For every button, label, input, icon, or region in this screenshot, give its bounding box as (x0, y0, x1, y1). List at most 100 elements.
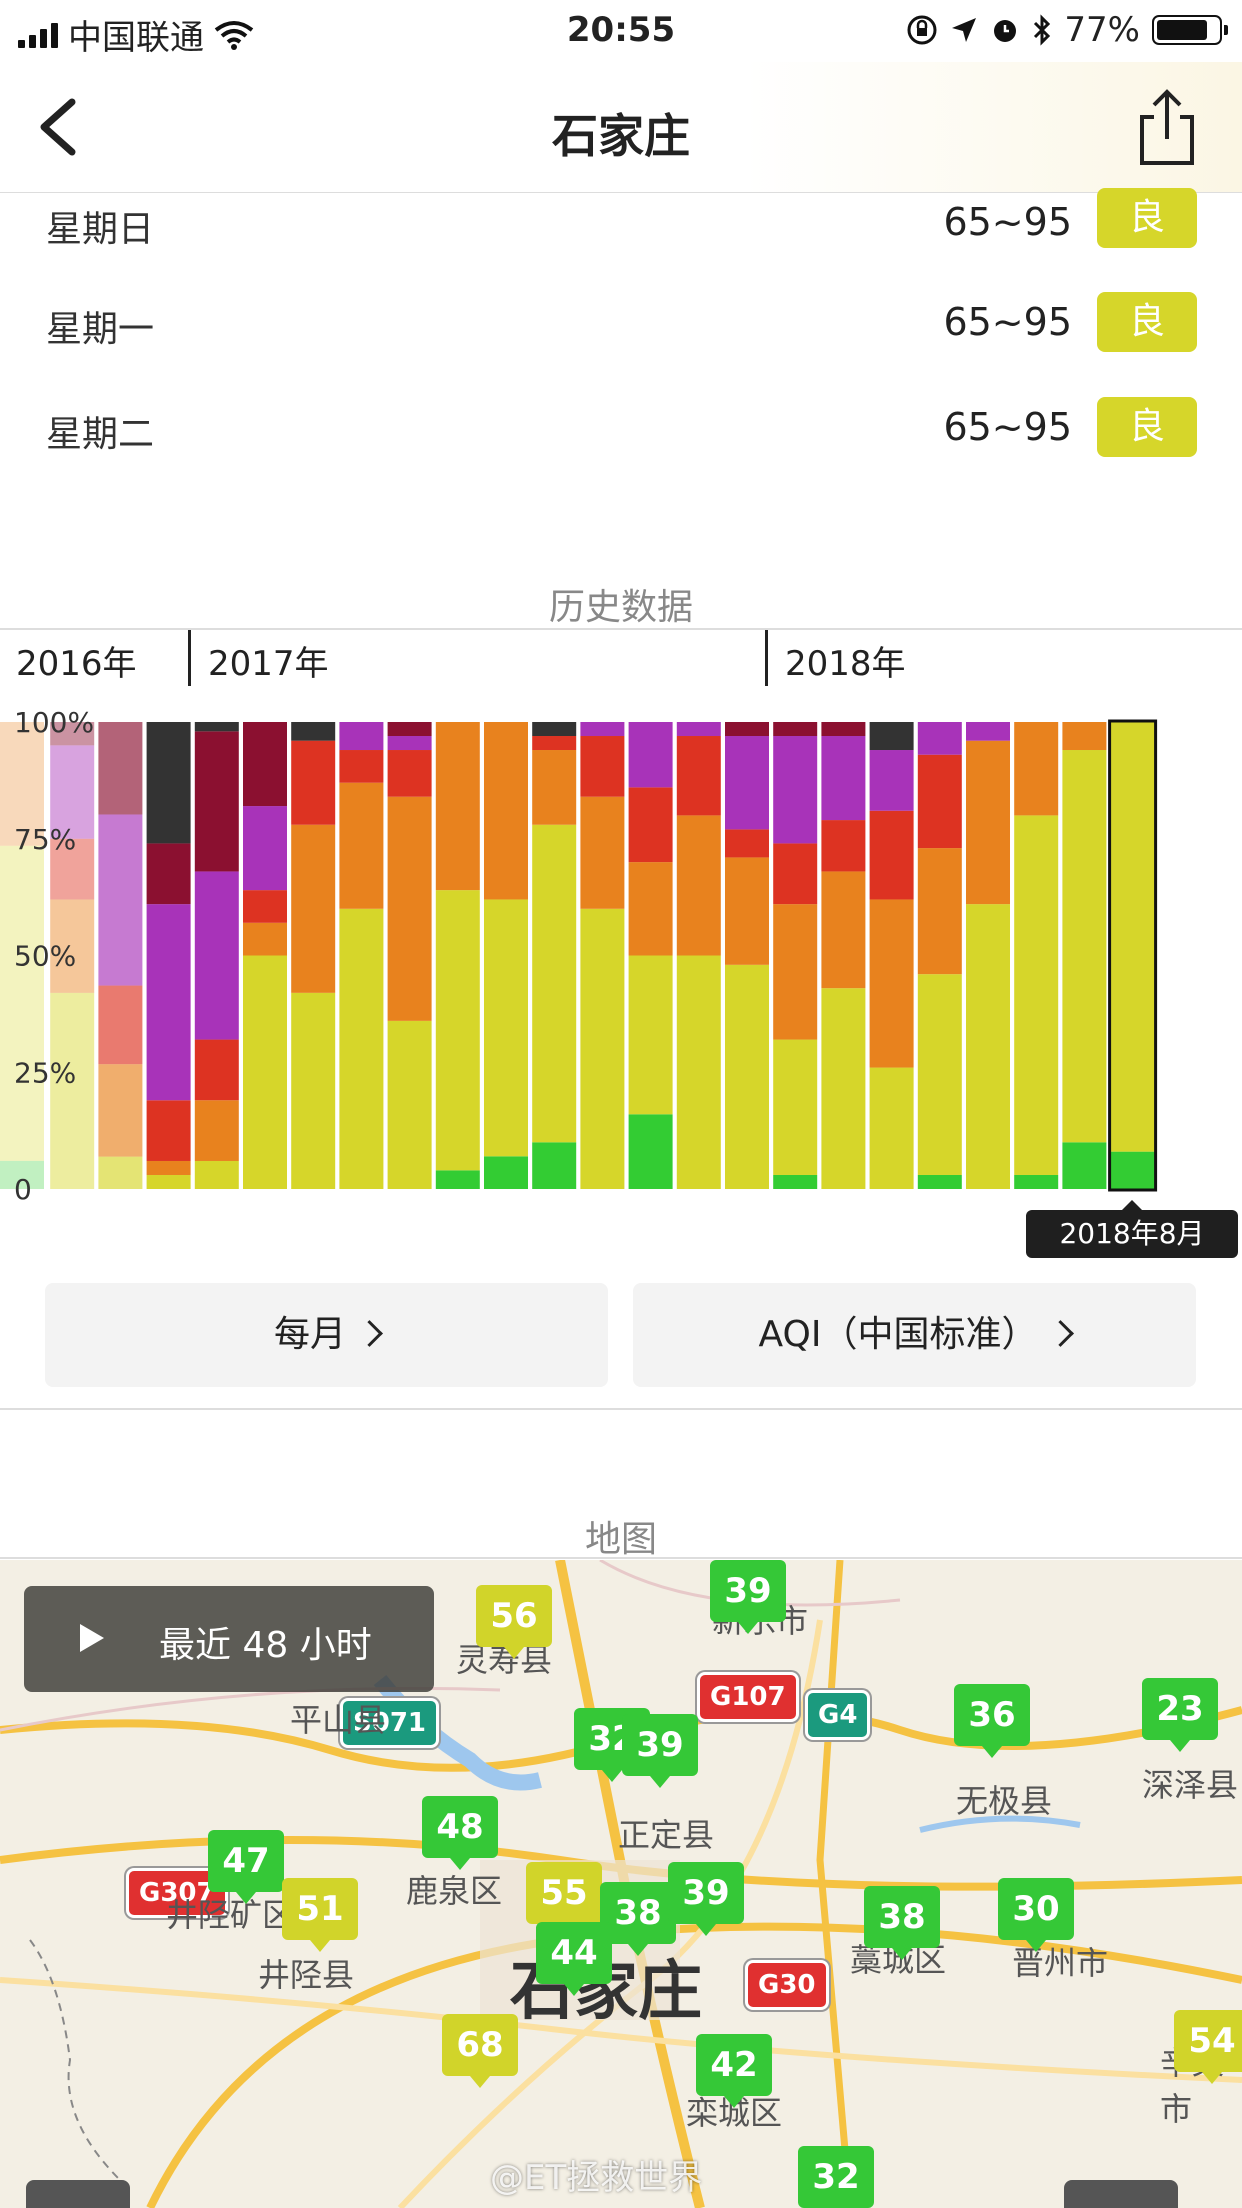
bar-segment[interactable] (1062, 750, 1107, 1143)
bar-segment[interactable] (291, 740, 336, 825)
bar-segment[interactable] (532, 736, 577, 751)
bar-segment[interactable] (580, 908, 625, 1189)
bar-segment[interactable] (773, 843, 818, 905)
bar-segment[interactable] (532, 750, 577, 825)
bar-segment[interactable] (243, 955, 287, 1190)
bar-segment[interactable] (1014, 815, 1059, 1175)
bar-segment[interactable] (917, 974, 962, 1175)
bar-segment[interactable] (484, 722, 528, 900)
bar-segment[interactable] (387, 736, 432, 751)
bar-segment[interactable] (676, 722, 721, 737)
bar-segment[interactable] (387, 1020, 432, 1189)
bar-segment[interactable] (917, 754, 962, 849)
bar-segment[interactable] (146, 1174, 191, 1189)
bar-segment[interactable] (339, 908, 384, 1189)
aqi-marker[interactable]: 68 (442, 2014, 518, 2088)
bar-segment[interactable] (869, 750, 914, 811)
bar-segment[interactable] (725, 964, 769, 1189)
bar-segment[interactable] (146, 843, 191, 905)
standard-selector-button[interactable]: AQI（中国标准） (633, 1283, 1196, 1387)
bar-segment[interactable] (628, 1114, 673, 1189)
bar-segment[interactable] (773, 1039, 818, 1175)
bar-segment[interactable] (869, 810, 914, 900)
bar-segment[interactable] (484, 899, 528, 1157)
bar-segment[interactable] (339, 782, 384, 909)
bar-segment[interactable] (628, 862, 673, 956)
bar-segment[interactable] (821, 820, 866, 872)
bar-segment[interactable] (387, 796, 432, 1021)
aqi-marker[interactable]: 56 (476, 1585, 552, 1659)
bar-segment[interactable] (532, 824, 577, 1143)
bar-segment[interactable] (1014, 722, 1059, 816)
aqi-marker[interactable]: 47 (208, 1830, 284, 1904)
bar-segment[interactable] (50, 992, 95, 1189)
bar-segment[interactable] (869, 899, 914, 1068)
aqi-marker[interactable]: 54 (1174, 2010, 1242, 2084)
bar-segment[interactable] (773, 722, 818, 737)
bar-segment[interactable] (676, 955, 721, 1190)
bar-segment[interactable] (146, 722, 191, 844)
bar-segment[interactable] (243, 806, 287, 891)
bar-segment[interactable] (1062, 722, 1107, 751)
aqi-marker[interactable]: 51 (282, 1878, 358, 1952)
bar-segment[interactable] (0, 845, 44, 1161)
bar-segment[interactable] (821, 988, 866, 1189)
bar-segment[interactable] (339, 722, 384, 751)
bar-segment[interactable] (194, 1039, 239, 1101)
bar-segment[interactable] (869, 722, 914, 751)
bar-segment[interactable] (773, 1174, 818, 1189)
bar-segment[interactable] (98, 1156, 143, 1189)
bar-segment[interactable] (966, 722, 1010, 741)
bar-segment[interactable] (917, 848, 962, 975)
bar-segment[interactable] (387, 722, 432, 737)
aqi-marker[interactable]: 55 (526, 1862, 602, 1936)
bar-segment[interactable] (869, 1067, 914, 1189)
bar-segment[interactable] (194, 1160, 239, 1189)
aqi-marker[interactable]: 30 (998, 1878, 1074, 1952)
bar-segment[interactable] (532, 722, 577, 737)
bar-segment[interactable] (339, 750, 384, 783)
bar-segment[interactable] (628, 722, 673, 788)
aqi-marker[interactable]: 23 (1142, 1678, 1218, 1752)
bar-segment[interactable] (966, 904, 1010, 1189)
aqi-marker[interactable]: 39 (668, 1862, 744, 1936)
bar-segment[interactable] (146, 1100, 191, 1161)
aqi-marker[interactable]: 39 (710, 1560, 786, 1634)
bar-segment[interactable] (773, 736, 818, 844)
bar-segment[interactable] (725, 722, 769, 737)
bar-segment[interactable] (194, 871, 239, 1040)
bar-segment[interactable] (98, 722, 143, 815)
bar-segment[interactable] (821, 722, 866, 737)
bar-segment[interactable] (194, 722, 239, 732)
aqi-marker[interactable]: 38 (864, 1886, 940, 1960)
bar-segment[interactable] (243, 890, 287, 923)
bar-segment[interactable] (725, 829, 769, 858)
bar-segment[interactable] (291, 824, 336, 993)
bar-segment[interactable] (1110, 722, 1155, 1152)
bar-segment[interactable] (725, 736, 769, 830)
bar-segment[interactable] (243, 922, 287, 956)
bar-segment[interactable] (435, 722, 480, 891)
bar-segment[interactable] (146, 1160, 191, 1175)
aqi-marker[interactable]: 39 (622, 1714, 698, 1788)
map-zoom-control[interactable] (26, 2180, 130, 2208)
bar-segment[interactable] (917, 722, 962, 755)
bar-segment[interactable] (435, 890, 480, 1171)
bar-segment[interactable] (484, 1156, 528, 1189)
bar-segment[interactable] (773, 904, 818, 1040)
bar-segment[interactable] (291, 722, 336, 741)
aqi-marker[interactable]: 42 (696, 2034, 772, 2108)
bar-segment[interactable] (580, 722, 625, 737)
bar-segment[interactable] (821, 871, 866, 989)
aqi-marker[interactable]: 48 (422, 1796, 498, 1870)
map-locate-control[interactable] (1064, 2180, 1178, 2208)
bar-segment[interactable] (98, 985, 143, 1065)
bar-segment[interactable] (435, 1170, 480, 1189)
bar-segment[interactable] (628, 955, 673, 1115)
history-stacked-bar-chart[interactable]: 0 25% 50% 75% 100% (0, 700, 1242, 1200)
aqi-marker[interactable]: 44 (536, 1922, 612, 1996)
bar-segment[interactable] (1014, 1174, 1059, 1189)
bar-segment[interactable] (243, 722, 287, 807)
bar-segment[interactable] (98, 1064, 143, 1157)
share-button[interactable] (1132, 87, 1202, 167)
